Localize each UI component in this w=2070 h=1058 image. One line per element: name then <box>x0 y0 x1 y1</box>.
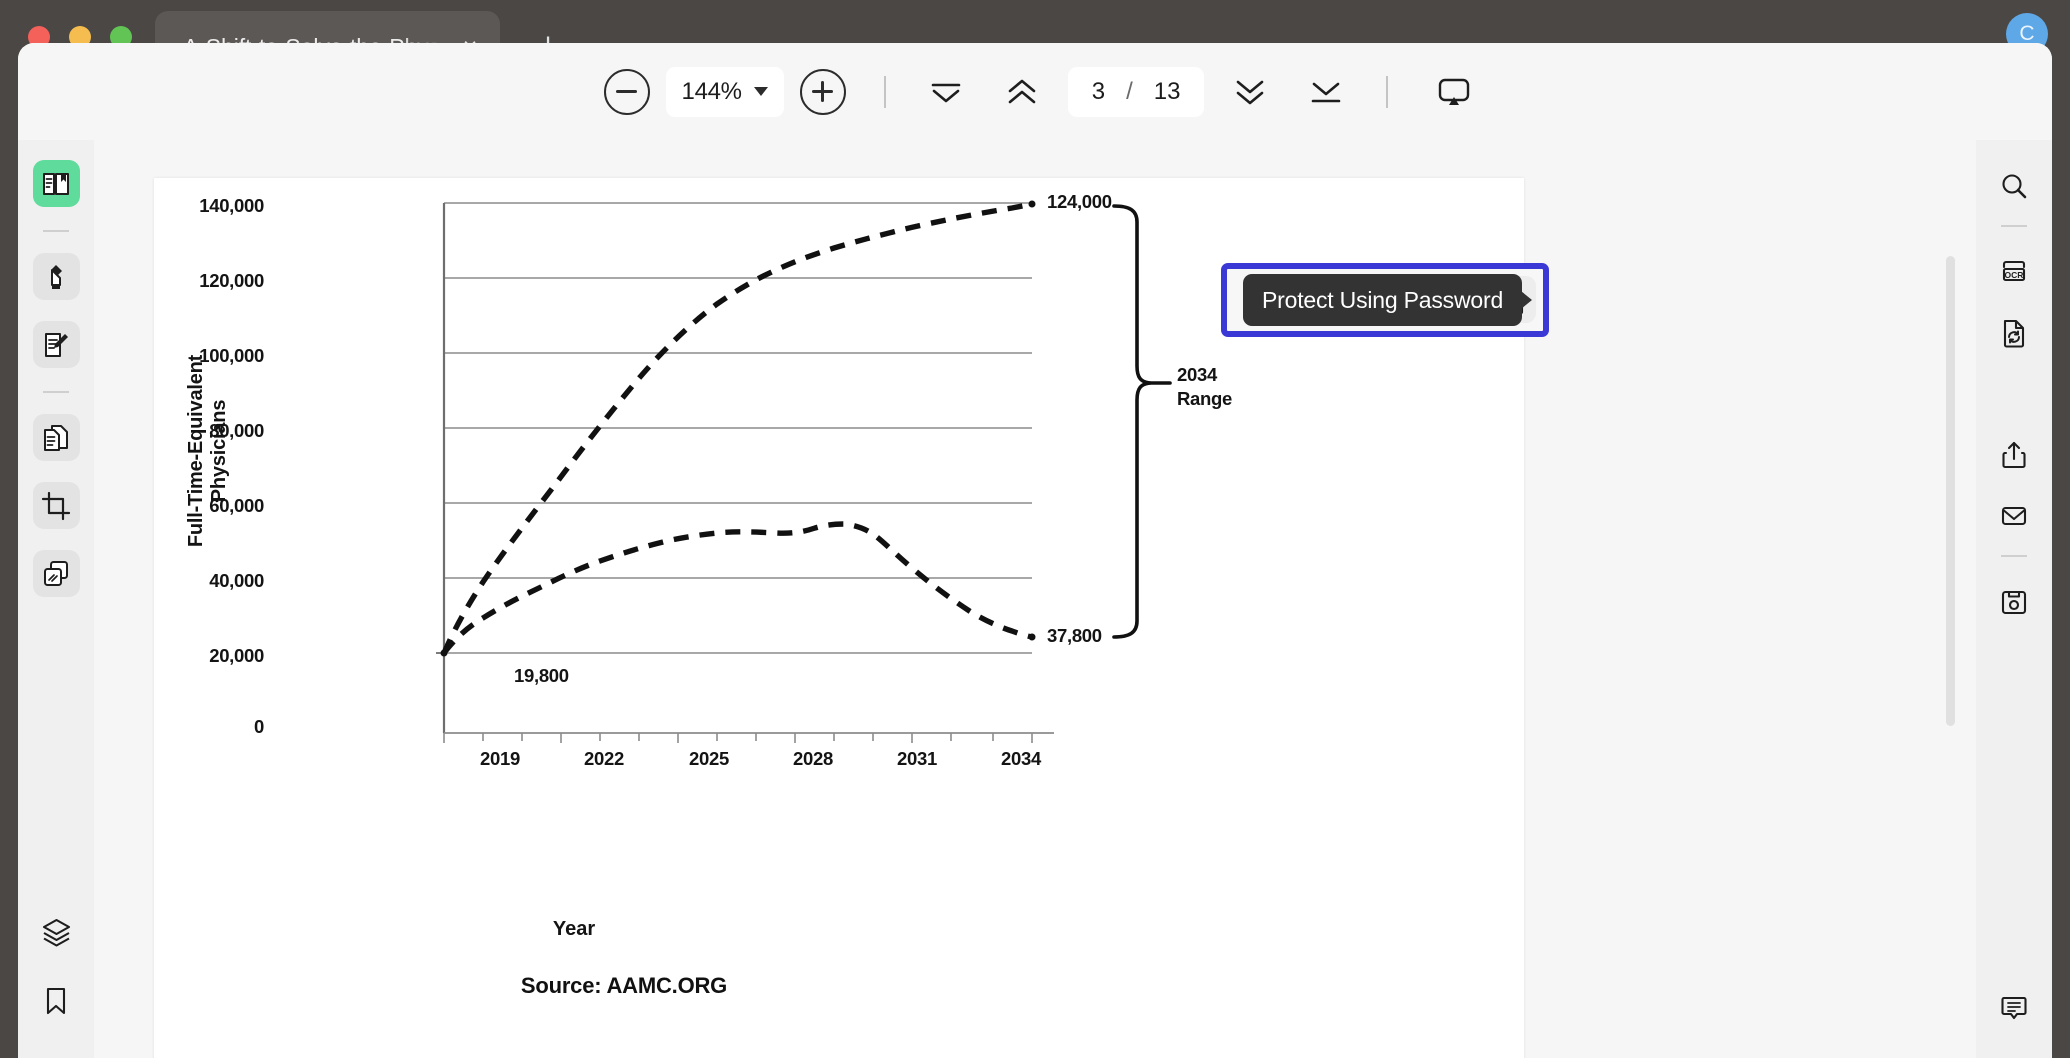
layers-icon <box>42 918 70 947</box>
sidebar-item-share[interactable] <box>1991 431 2038 478</box>
zoom-in-button[interactable] <box>799 68 846 115</box>
protect-tooltip-text: Protect Using Password <box>1262 286 1504 313</box>
zoom-out-button[interactable] <box>603 68 650 115</box>
right-sidebar-divider <box>2001 225 2027 227</box>
next-page-icon[interactable] <box>1223 68 1277 116</box>
chart-annotation-upper-end: 124,000 <box>1047 191 1112 212</box>
sidebar-divider-2 <box>43 391 69 393</box>
page-number-input[interactable]: 3 / 13 <box>1067 66 1205 117</box>
sidebar-item-save[interactable] <box>1991 578 2038 625</box>
crop-icon <box>41 491 71 520</box>
sidebar-item-highlight-tool[interactable] <box>32 253 80 300</box>
tooltip-arrow <box>1521 291 1533 309</box>
chart-series-lower <box>441 521 1033 655</box>
chart-annotation-lower-end: 37,800 <box>1047 625 1102 646</box>
app-window: A-Shift-to-Solve-the-Phys × + C 144% <box>0 0 2070 1058</box>
vertical-scrollbar-thumb[interactable] <box>1946 256 1955 726</box>
sidebar-item-bookmarks[interactable] <box>33 977 80 1024</box>
svg-text:OCR: OCR <box>2005 270 2024 280</box>
edit-document-icon <box>45 332 68 357</box>
vertical-scrollbar-track[interactable] <box>1946 140 1966 1058</box>
current-page-value: 3 <box>1091 77 1106 105</box>
chart-annotation-start: 19,800 <box>514 665 569 686</box>
toolbar: 144% 3 / 13 <box>18 43 2052 140</box>
sidebar-item-convert[interactable] <box>1991 309 2038 356</box>
chart-lower-end-marker <box>1028 633 1036 641</box>
presentation-icon[interactable] <box>1426 68 1482 116</box>
sidebar-item-annotate-tool[interactable] <box>32 321 80 368</box>
chart-x-axis-label: Year <box>552 918 596 940</box>
chart-gridlines <box>444 202 1032 654</box>
sidebar-item-search[interactable] <box>1991 162 2038 209</box>
page-separator: / <box>1126 77 1133 105</box>
convert-file-icon <box>2003 319 2025 348</box>
first-page-icon[interactable] <box>919 68 973 116</box>
sidebar-item-reader-view[interactable] <box>32 160 80 207</box>
comment-bubble-icon <box>2001 996 2027 1019</box>
organize-pages-icon <box>44 560 68 586</box>
sidebar-item-organize-pages[interactable] <box>32 550 80 597</box>
book-reader-icon <box>43 172 69 195</box>
chevron-down-icon <box>753 87 768 96</box>
document-viewport[interactable]: Full-Time-Equivalent Physicians 140,000 … <box>94 140 1976 1058</box>
chart-annotation-range: 2034 Range <box>1177 364 1233 410</box>
right-sidebar-divider-2 <box>2001 555 2027 557</box>
sidebar-item-page-manager[interactable] <box>32 414 80 461</box>
sidebar-divider-1 <box>43 230 69 232</box>
sidebar-item-email[interactable] <box>1991 492 2038 539</box>
left-sidebar <box>18 140 94 1058</box>
sidebar-item-crop-pages[interactable] <box>32 482 80 529</box>
copy-pages-icon <box>44 424 68 451</box>
sidebar-item-comments[interactable] <box>1991 983 2038 1030</box>
previous-page-icon[interactable] <box>995 68 1049 116</box>
right-sidebar: OCR <box>1976 140 2052 1058</box>
total-pages-value: 13 <box>1153 77 1181 105</box>
chart-source-label: Source: AAMC.ORG <box>520 973 728 998</box>
zoom-level-select[interactable]: 144% <box>665 66 784 117</box>
floppy-save-icon <box>2001 590 2027 614</box>
app-body: 144% 3 / 13 Full-Time-Equivalent Physici… <box>18 43 2052 1058</box>
sidebar-item-ocr[interactable]: OCR <box>1991 248 2038 295</box>
ocr-icon: OCR <box>2002 260 2026 281</box>
search-icon <box>2002 173 2027 198</box>
chart-range-bracket <box>1112 204 1152 639</box>
highlighter-icon <box>51 264 62 289</box>
toolbar-divider <box>883 75 886 108</box>
chart-x-ticks <box>443 733 1033 743</box>
chart-upper-end-marker <box>1028 200 1036 208</box>
envelope-icon <box>2001 506 2027 525</box>
sidebar-item-layers[interactable] <box>33 909 80 956</box>
protect-tooltip: Protect Using Password <box>1243 274 1533 326</box>
toolbar-divider-2 <box>1386 75 1389 108</box>
chart-start-marker <box>440 649 448 657</box>
bookmark-icon <box>46 987 66 1014</box>
share-upload-icon <box>2002 441 2026 468</box>
zoom-level-value: 144% <box>681 77 742 105</box>
last-page-icon[interactable] <box>1299 68 1353 116</box>
